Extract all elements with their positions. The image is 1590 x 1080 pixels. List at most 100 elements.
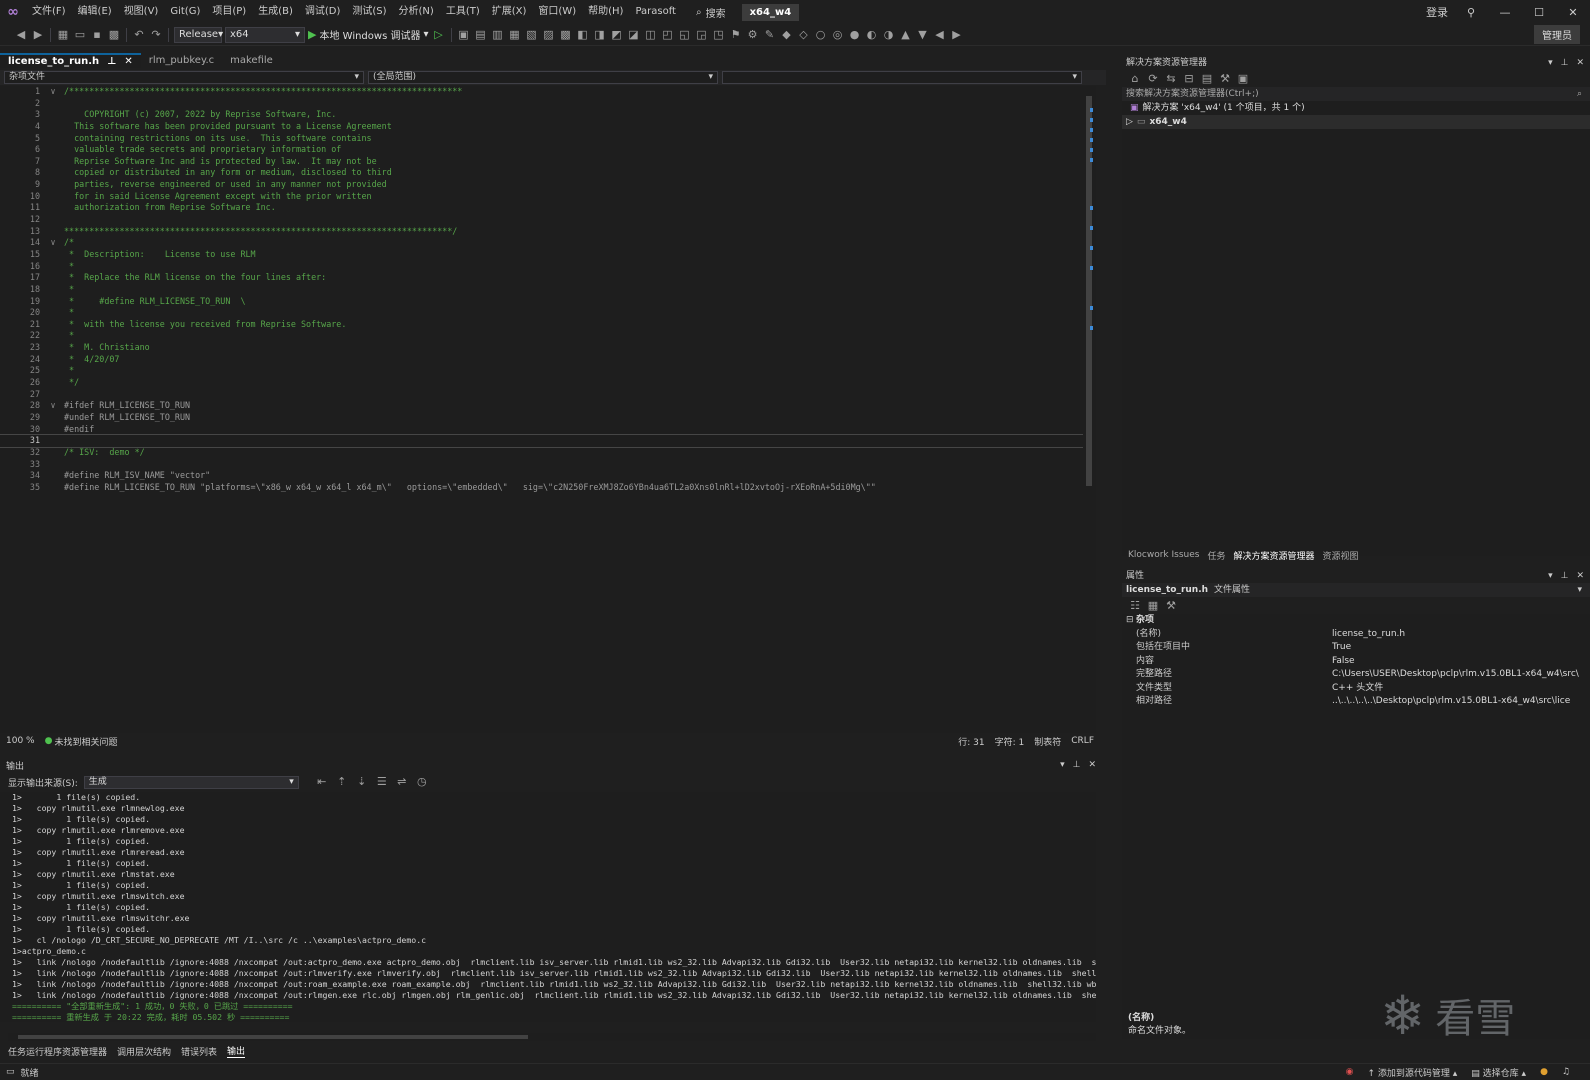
code-map-icon[interactable]: ◪ — [627, 28, 641, 42]
global-scope-select[interactable]: (全局范围) ▾ — [368, 71, 718, 84]
code-line[interactable]: 14 ∨ /* — [0, 237, 1096, 249]
search-button[interactable]: ⌕ 搜索 — [690, 5, 732, 20]
settings-icon[interactable]: ⚙ — [746, 28, 760, 42]
code-line[interactable]: 23 * M. Christiano — [0, 342, 1096, 354]
clear-all-icon[interactable]: ☰ — [375, 775, 389, 789]
code-line[interactable]: 12 — [0, 214, 1096, 226]
output-text-area[interactable]: 1> 1 file(s) copied. 1> copy rlmutil.exe … — [0, 792, 1096, 1022]
close-icon[interactable]: ✕ — [1576, 569, 1584, 583]
call-hierarchy-icon[interactable]: ◨ — [593, 28, 607, 42]
property-row[interactable]: 包括在项目中 True — [1122, 641, 1590, 655]
output-icon[interactable]: ▧ — [525, 28, 539, 42]
tab-rlm-pubkey[interactable]: rlm_pubkey.c — [141, 53, 222, 68]
property-category[interactable]: ⊟ 杂项 — [1122, 614, 1590, 628]
property-value[interactable]: C++ 头文件 — [1332, 682, 1590, 696]
properties-wrench-icon[interactable]: ⚒ — [1218, 72, 1232, 86]
flag-icon[interactable]: ⚑ — [729, 28, 743, 42]
property-value[interactable]: True — [1332, 641, 1590, 655]
dropdown-icon[interactable]: ▾ — [1548, 56, 1553, 70]
menu-item[interactable]: 调试(D) — [299, 0, 347, 24]
record-icon[interactable]: ● — [848, 28, 862, 42]
analyze-icon[interactable]: ◳ — [712, 28, 726, 42]
code-line[interactable]: 5 containing restrictions on its use. Th… — [0, 133, 1096, 145]
maximize-icon[interactable]: ☐ — [1522, 6, 1556, 19]
code-line[interactable]: 31 — [0, 434, 1091, 448]
notifications-icon[interactable]: ● — [1540, 1067, 1548, 1077]
property-pages-icon[interactable]: ▦ — [1146, 599, 1160, 613]
menu-item[interactable]: 窗口(W) — [532, 0, 582, 24]
pin-icon[interactable]: ⊥ — [1561, 56, 1569, 70]
code-line[interactable]: 35 #define RLM_LICENSE_TO_RUN "platforms=… — [0, 482, 1096, 494]
code-line[interactable]: 26 */ — [0, 377, 1096, 389]
solution-tree-item[interactable]: ▣ 解决方案 'x64_w4' (1 个项目，共 1 个) — [1122, 101, 1590, 115]
menu-item[interactable]: 工具(T) — [440, 0, 486, 24]
code-line[interactable]: 33 — [0, 459, 1096, 471]
code-line[interactable]: 15 * Description: License to use RLM — [0, 249, 1096, 261]
menu-item[interactable]: 分析(N) — [393, 0, 440, 24]
output-source-select[interactable]: 生成 ▾ — [83, 775, 299, 789]
code-line[interactable]: 16 * — [0, 261, 1096, 273]
bottom-tab[interactable]: 调用层次结构 — [117, 1045, 171, 1058]
solution-panel-tab[interactable]: Klocwork Issues — [1128, 550, 1199, 560]
menu-item[interactable]: Git(G) — [164, 0, 206, 24]
close-icon[interactable]: ✕ — [1576, 56, 1584, 70]
indent-left-icon[interactable]: ◀ — [933, 28, 947, 42]
code-line[interactable]: 11 authorization from Reprise Software I… — [0, 202, 1096, 214]
property-row[interactable]: 文件类型 C++ 头文件 — [1122, 682, 1590, 696]
previous-message-icon[interactable]: ⇡ — [335, 775, 349, 789]
chevron-right-icon[interactable]: ▷ — [1126, 115, 1133, 129]
collapse-icon[interactable]: ⊟ — [1122, 614, 1136, 628]
menu-item[interactable]: 视图(V) — [118, 0, 165, 24]
forward-icon[interactable]: ▶ — [31, 28, 45, 42]
menu-item[interactable]: 扩展(X) — [486, 0, 533, 24]
code-line[interactable]: 34 #define RLM_ISV_NAME "vector" — [0, 470, 1096, 482]
object-browser-icon[interactable]: ◩ — [610, 28, 624, 42]
code-line[interactable]: 10 for in said License Agreement except … — [0, 191, 1096, 203]
uncomment-icon[interactable]: ◑ — [882, 28, 896, 42]
code-line[interactable]: 27 — [0, 389, 1096, 401]
marker-icon[interactable]: ◰ — [661, 28, 675, 42]
save-icon[interactable]: ▪ — [90, 28, 104, 42]
code-line[interactable]: 32 /* ISV: demo */ — [0, 447, 1096, 459]
sync-icon[interactable]: ⟳ — [1146, 72, 1160, 86]
wrench-icon[interactable]: ⚒ — [1164, 599, 1178, 613]
close-window-icon[interactable]: ✕ — [1556, 6, 1590, 19]
code-line[interactable]: 18 * — [0, 284, 1096, 296]
property-value[interactable]: license_to_run.h — [1332, 628, 1590, 642]
task-list-icon[interactable]: ◧ — [576, 28, 590, 42]
back-icon[interactable]: ◀ — [14, 28, 28, 42]
pin-icon[interactable]: ⊥ — [107, 54, 116, 69]
undo-icon[interactable]: ↶ — [132, 28, 146, 42]
dropdown-icon[interactable]: ▾ — [1060, 760, 1065, 770]
bottom-tab[interactable]: 任务运行程序资源管理器 — [8, 1045, 107, 1058]
find-message-icon[interactable]: ⇤ — [315, 775, 329, 789]
code-line[interactable]: 9 parties, reverse engineered or used in… — [0, 179, 1096, 191]
tab-license-to-run[interactable]: license_to_run.h ⊥ ✕ — [0, 53, 141, 68]
menu-item[interactable]: Parasoft — [629, 0, 682, 24]
scrollbar-thumb[interactable] — [1086, 96, 1092, 486]
preview-icon[interactable]: ▣ — [1236, 72, 1250, 86]
code-line[interactable]: 25 * — [0, 365, 1096, 377]
property-row[interactable]: 完整路径 C:\Users\USER\Desktop\pclp\rlm.v15.0… — [1122, 668, 1590, 682]
configuration-select[interactable]: Release ▾ — [174, 26, 223, 43]
scrollbar-thumb[interactable] — [18, 1035, 528, 1039]
bookmarks-icon[interactable]: ▩ — [559, 28, 573, 42]
minimize-icon[interactable]: — — [1488, 6, 1522, 19]
code-line[interactable]: 7 Reprise Software Inc and is protected … — [0, 156, 1096, 168]
bell-icon[interactable]: ♫ — [1562, 1067, 1570, 1077]
close-icon[interactable]: ✕ — [1088, 760, 1096, 770]
redo-icon[interactable]: ↷ — [149, 28, 163, 42]
code-line[interactable]: 20 * — [0, 307, 1096, 319]
solution-panel-tab[interactable]: 资源视图 — [1323, 549, 1359, 562]
code-line[interactable]: 2 — [0, 98, 1096, 110]
locals-icon[interactable]: ◎ — [831, 28, 845, 42]
save-all-icon[interactable]: ▩ — [107, 28, 121, 42]
solution-panel-tab[interactable]: 任务 — [1207, 549, 1225, 562]
code-line[interactable]: 22 * — [0, 330, 1096, 342]
diagnostics-icon[interactable]: ◫ — [644, 28, 658, 42]
add-to-source-control-button[interactable]: ↑ 添加到源代码管理 ▴ — [1367, 1066, 1457, 1079]
code-line[interactable]: 17 * Replace the RLM license on the four… — [0, 272, 1096, 284]
indent-right-icon[interactable]: ▶ — [950, 28, 964, 42]
code-line[interactable]: 29 #undef RLM_LICENSE_TO_RUN — [0, 412, 1096, 424]
code-line[interactable]: 24 * 4/20/07 — [0, 354, 1096, 366]
